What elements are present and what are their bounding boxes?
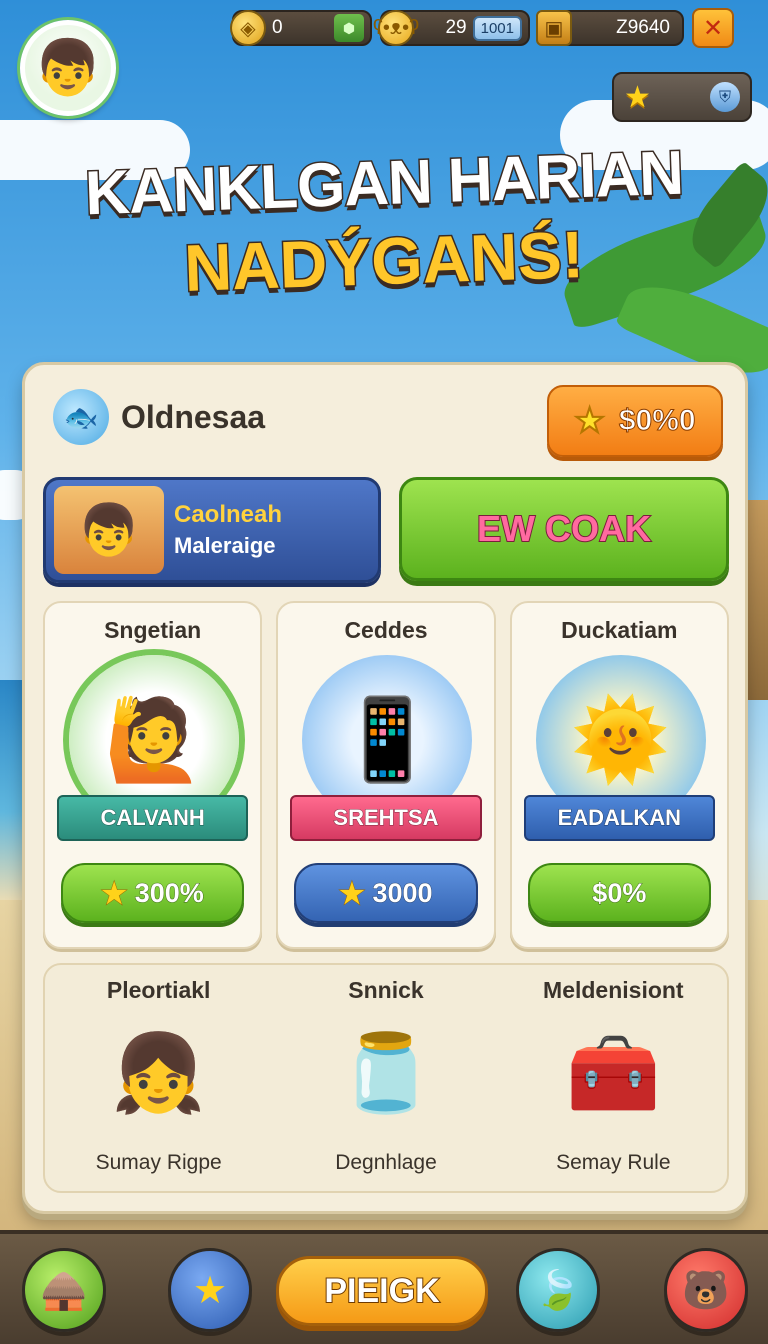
bonus-caption: Degnhlage xyxy=(335,1151,437,1174)
card-ribbon: CALVANH xyxy=(57,795,249,841)
reward-card[interactable]: Duckatiam 🌞 EADALKAN $0% xyxy=(509,601,729,949)
card-claim-button[interactable]: $0% xyxy=(527,863,711,923)
bear-badge: 1001 xyxy=(472,15,522,41)
price-button[interactable]: ★ $0%0 xyxy=(547,385,723,457)
close-icon: ✕ xyxy=(702,14,724,42)
card-title: Sngetian xyxy=(104,617,202,643)
add-gem-icon[interactable]: ⬢ xyxy=(334,14,364,42)
treasure-chest-icon: ▣ xyxy=(536,10,572,46)
chest-value: Z9640 xyxy=(616,17,670,38)
bonus-row: Pleortiakl 👧 Sumay Rigpe Snnick 🫙 Degnhl… xyxy=(43,963,729,1193)
reward-cards: Sngetian 🙋 CALVANH ★ 300% Ceddes 📱 SREHT… xyxy=(43,601,729,949)
star-icon: ★ xyxy=(574,402,606,441)
card-button-label: $0% xyxy=(592,877,647,908)
center-play-button[interactable]: PIEIGK xyxy=(276,1256,488,1326)
boy-avatar-icon: 👦 xyxy=(54,486,164,574)
star-icon: ★ xyxy=(339,877,365,909)
boy-avatar-icon: 👦 xyxy=(34,36,102,99)
coin-counter[interactable]: ◈ 0 ⬢ xyxy=(230,10,372,46)
card-title: Duckatiam xyxy=(561,617,678,643)
close-button[interactable]: ✕ xyxy=(692,8,734,48)
bonus-item[interactable]: Pleortiakl 👧 Sumay Rigpe xyxy=(45,965,272,1191)
star-icon: ★ xyxy=(624,79,651,115)
profile-subtitle: Maleraige xyxy=(174,533,276,558)
bonus-item[interactable]: Snnick 🫙 Degnhlage xyxy=(272,965,499,1191)
coin-icon: ◈ xyxy=(230,10,266,46)
chest-counter[interactable]: ▣ Z9640 xyxy=(536,10,684,46)
player-avatar[interactable]: 👦 xyxy=(20,20,116,116)
page-title: KANKLGAN HARIAN NADÝGANŚ! xyxy=(0,137,768,306)
card-ribbon: EADALKAN xyxy=(523,795,715,841)
card-title: Ceddes xyxy=(344,617,428,643)
bear-value: 29 xyxy=(445,17,467,38)
action-button-label: EW COAK xyxy=(476,507,652,550)
panel-title: Oldnesaa xyxy=(121,398,266,435)
profile-name: Caolneah xyxy=(174,501,283,528)
coin-value: 0 xyxy=(272,17,283,38)
card-button-label: 300% xyxy=(134,877,204,908)
nav-star-button[interactable]: ★ xyxy=(168,1248,252,1332)
bear-icon: ʕ•ᴥ•ʔ xyxy=(373,10,419,46)
bear-icon: 🐻 xyxy=(682,1267,730,1312)
card-claim-button[interactable]: ★ 3000 xyxy=(294,863,478,923)
star-progress-bar[interactable]: ★ ⛨ xyxy=(612,72,752,122)
leaf-icon: 🍃 xyxy=(534,1267,582,1312)
card-claim-button[interactable]: ★ 300% xyxy=(61,863,245,923)
bonus-title: Meldenisiont xyxy=(543,977,684,1003)
candy-jar-icon: 🫙 xyxy=(338,1028,434,1117)
nav-bear-button[interactable]: 🐻 xyxy=(664,1248,748,1332)
price-label: $0%0 xyxy=(618,404,696,438)
fish-icon: 🐟 xyxy=(53,389,109,445)
reward-card[interactable]: Sngetian 🙋 CALVANH ★ 300% xyxy=(43,601,263,949)
bonus-title: Pleortiakl xyxy=(106,977,211,1003)
nav-leaf-button[interactable]: 🍃 xyxy=(516,1248,600,1332)
panel-header: 🐟 Oldnesaa xyxy=(53,389,265,445)
shield-icon[interactable]: ⛨ xyxy=(710,82,740,112)
happy-girl-icon: 👧 xyxy=(111,1028,206,1117)
treasure-chest-icon: 🧰 xyxy=(566,1028,661,1117)
bonus-item[interactable]: Meldenisiont 🧰 Semay Rule xyxy=(500,965,727,1191)
star-icon: ★ xyxy=(101,877,127,909)
bonus-title: Snnick xyxy=(348,977,424,1003)
star-icon: ★ xyxy=(192,1268,228,1312)
profile-card[interactable]: 👦 Caolneah Maleraige xyxy=(43,477,381,583)
card-button-label: 3000 xyxy=(372,877,433,908)
nav-hut-button[interactable]: 🛖 xyxy=(22,1248,106,1332)
hut-icon: 🛖 xyxy=(40,1267,88,1312)
bonus-caption: Semay Rule xyxy=(556,1151,671,1174)
bonus-caption: Sumay Rigpe xyxy=(95,1151,222,1174)
main-panel: 🐟 Oldnesaa ★ $0%0 👦 Caolneah Maleraige E… xyxy=(22,362,748,1214)
resource-bar: ◈ 0 ⬢ ʕ•ᴥ•ʔ 29 1001 ▣ Z9640 ✕ xyxy=(230,6,754,50)
bear-counter[interactable]: ʕ•ᴥ•ʔ 29 1001 xyxy=(373,10,530,46)
reward-card[interactable]: Ceddes 📱 SREHTSA ★ 3000 xyxy=(276,601,496,949)
center-button-label: PIEIGK xyxy=(323,1271,440,1311)
action-button[interactable]: EW COAK xyxy=(399,477,729,581)
bottom-nav: 🛖 ★ PIEIGK 🍃 🐻 xyxy=(0,1230,768,1344)
card-ribbon: SREHTSA xyxy=(290,795,482,841)
